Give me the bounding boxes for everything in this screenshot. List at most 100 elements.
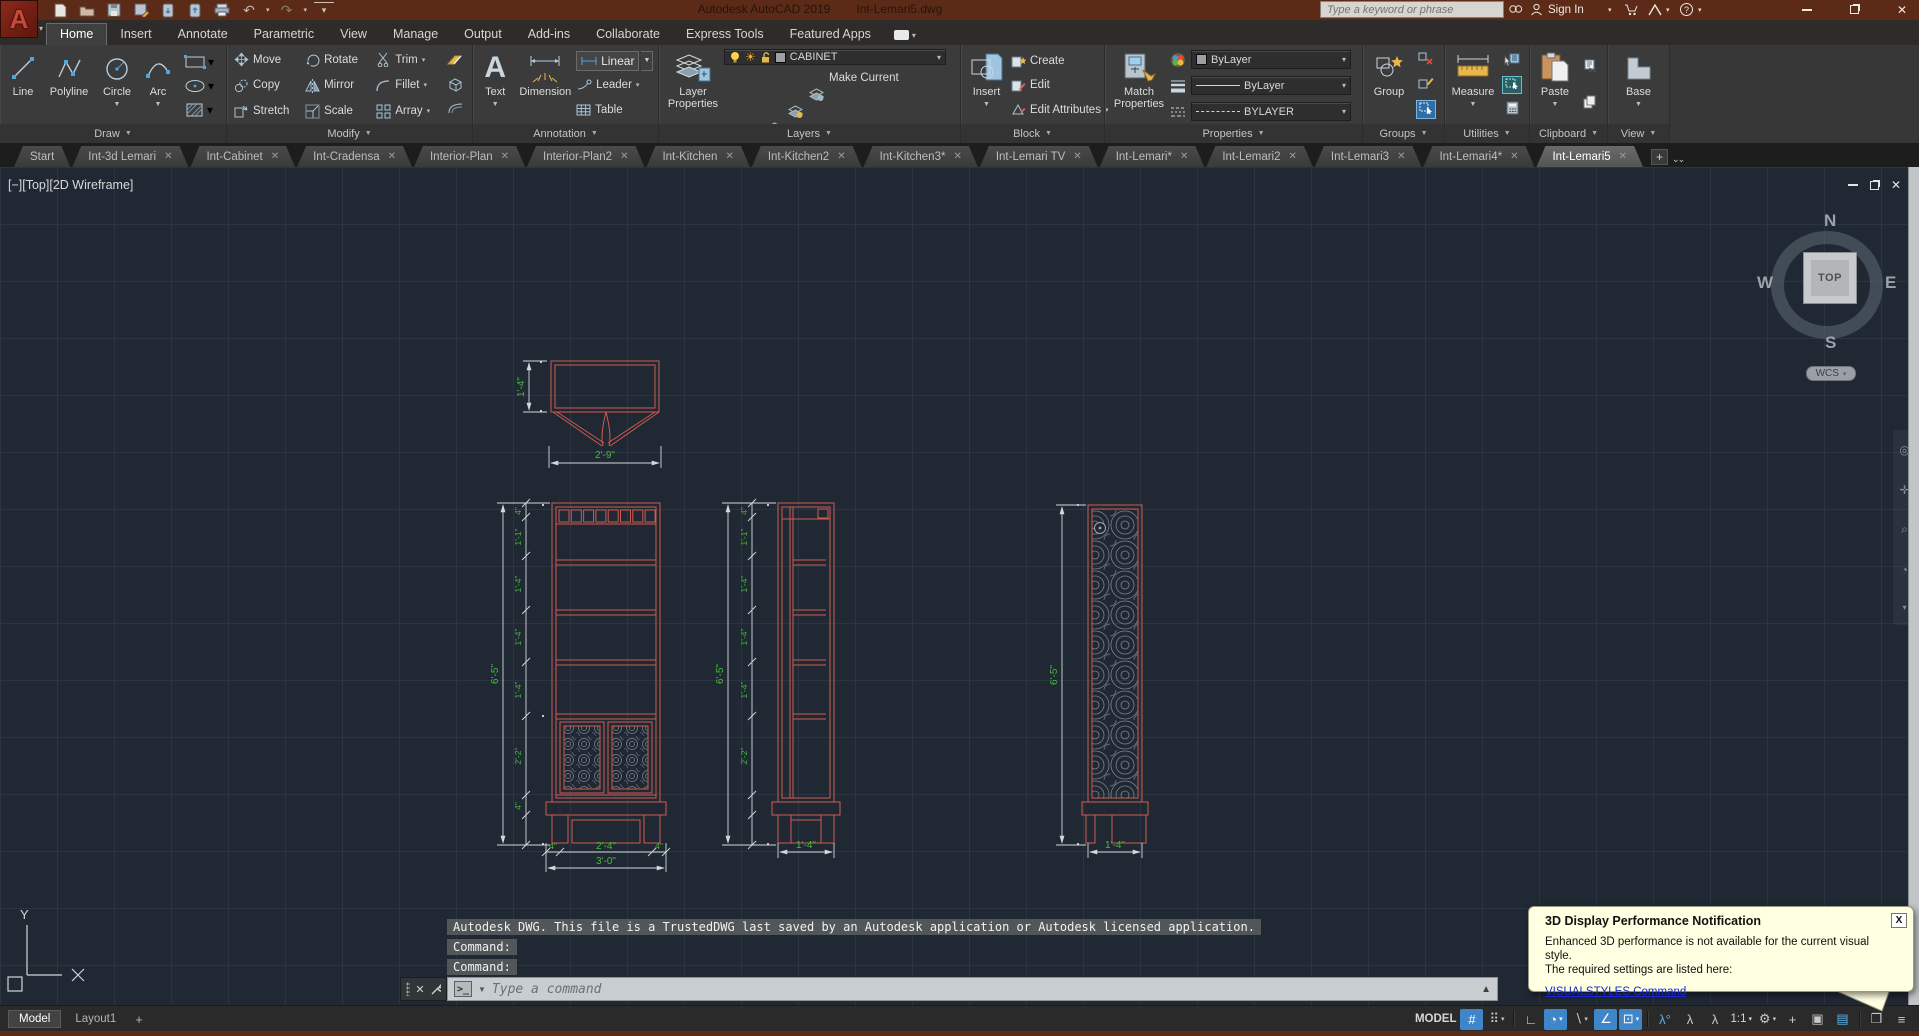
panel-label-draw[interactable]: Draw ▼	[0, 124, 226, 143]
select-similar-button[interactable]	[1502, 75, 1522, 94]
command-input[interactable]	[491, 981, 1476, 997]
file-tab-int-3d-lemari[interactable]: Int-3d Lemari ✕	[72, 146, 188, 167]
new-file-icon[interactable]	[50, 2, 70, 19]
search-input[interactable]	[1320, 1, 1504, 18]
sign-in-caret-icon[interactable]: ▾	[1608, 0, 1612, 19]
trim-caret-icon[interactable]: ▾	[422, 56, 426, 64]
new-drawing-button[interactable]: +	[1651, 149, 1669, 165]
move-button[interactable]: Move	[234, 49, 305, 70]
text-button[interactable]: A Text ▼	[476, 47, 515, 124]
close-button[interactable]: ✕	[1897, 4, 1907, 16]
ellipse-button[interactable]: ▾	[184, 79, 214, 93]
quick-calculator-button[interactable]	[1506, 101, 1519, 118]
file-tab-close-icon[interactable]: ✕	[1180, 151, 1188, 162]
leader-button[interactable]: Leader ▾	[576, 74, 655, 95]
ribbon-tab-insert[interactable]: Insert	[107, 24, 164, 45]
group-selection-toggle[interactable]	[1416, 99, 1436, 119]
object-color-select[interactable]: ByLayer ▾	[1191, 50, 1351, 69]
group-edit-button[interactable]	[1418, 76, 1434, 93]
ortho-icon[interactable]: ∟	[1519, 1009, 1542, 1030]
undo-icon[interactable]: ↶	[239, 2, 259, 19]
ribbon-display-toggle[interactable]: ▾	[893, 30, 916, 40]
user-icon[interactable]	[1530, 0, 1543, 19]
restore-button[interactable]	[1849, 5, 1859, 14]
ribbon-tab-output[interactable]: Output	[451, 24, 515, 45]
help-caret-icon[interactable]: ▾	[1698, 0, 1702, 19]
model-space-viewport[interactable]: [−][Top][2D Wireframe] ✕ 1'-4" 2'-9" 6'-…	[0, 167, 1919, 1005]
block-create-button[interactable]: Create	[1011, 51, 1065, 72]
file-tab-close-icon[interactable]: ✕	[1397, 151, 1405, 162]
file-tab-overflow-icon[interactable]: ⌄⌄	[1672, 154, 1685, 165]
ribbon-tab-view[interactable]: View	[327, 24, 380, 45]
copy-button[interactable]: Copy	[234, 75, 305, 96]
rotate-button[interactable]: Rotate	[305, 49, 376, 70]
layout1-tab[interactable]: Layout1	[65, 1011, 126, 1027]
search-icon[interactable]	[1508, 0, 1523, 19]
line-button[interactable]: Line	[3, 47, 43, 124]
ribbon-tab-home[interactable]: Home	[46, 23, 108, 45]
file-tab-int-lemari-tv[interactable]: Int-Lemari TV ✕	[980, 146, 1098, 167]
app-caret-icon[interactable]: ▾	[1666, 0, 1670, 19]
sign-in-button[interactable]: Sign In	[1548, 0, 1584, 19]
ribbon-tab-featured-apps[interactable]: Featured Apps	[777, 24, 884, 45]
group-button[interactable]: Group	[1366, 47, 1412, 124]
command-bar-grip[interactable]: ✕	[400, 977, 447, 1001]
isolate-objects-icon[interactable]: ▣	[1806, 1009, 1829, 1030]
viewcube[interactable]: N W E S TOP	[1757, 211, 1902, 355]
panel-label-properties[interactable]: Properties ▼	[1105, 124, 1362, 143]
crosshair-plus-icon[interactable]: +	[1781, 1009, 1804, 1030]
cut-icon[interactable]	[1583, 59, 1598, 76]
layer-tool-icon[interactable]	[787, 105, 807, 122]
ribbon-tab-collaborate[interactable]: Collaborate	[583, 24, 673, 45]
isodraft-icon[interactable]: ∖ ▾	[1569, 1009, 1592, 1030]
rectangle-button[interactable]: ▾	[183, 54, 214, 70]
command-customize-wrench-icon[interactable]	[430, 983, 441, 996]
ribbon-tab-manage[interactable]: Manage	[380, 24, 451, 45]
insert-button[interactable]: Insert ▼	[964, 47, 1009, 124]
file-tab-close-icon[interactable]: ✕	[1289, 151, 1297, 162]
annotation-scale-icon[interactable]: λ	[1703, 1009, 1726, 1030]
file-tab-int-kitchen2[interactable]: Int-Kitchen2 ✕	[752, 146, 862, 167]
leader-caret-icon[interactable]: ▾	[636, 81, 640, 89]
qat-customize-icon[interactable]: ▾	[314, 1, 335, 19]
circle-button[interactable]: Circle ▼	[95, 47, 139, 124]
trim-button[interactable]: Trim ▾	[376, 49, 441, 70]
file-tab-int-kitchen[interactable]: Int-Kitchen ✕	[646, 146, 749, 167]
annotation-autoscale-icon[interactable]: λ	[1678, 1009, 1701, 1030]
file-tab-close-icon[interactable]: ✕	[725, 151, 733, 162]
linetype-select[interactable]: BYLAYER ▾	[1191, 102, 1351, 121]
panel-label-layers[interactable]: Layers ▼	[659, 124, 960, 143]
grid-icon[interactable]: #	[1460, 1008, 1484, 1030]
ribbon-tab-parametric[interactable]: Parametric	[241, 24, 327, 45]
annotation-visibility-icon[interactable]: λ°	[1653, 1009, 1676, 1030]
stretch-button[interactable]: Stretch	[234, 101, 305, 122]
model-tab[interactable]: Model	[8, 1010, 62, 1028]
linear-dimension-button[interactable]: Linear ▼	[576, 50, 655, 71]
panel-label-block[interactable]: Block ▼	[961, 124, 1104, 143]
save-to-web-icon[interactable]	[185, 2, 205, 19]
file-tab-close-icon[interactable]: ✕	[837, 151, 845, 162]
vertical-scrollbar[interactable]	[1908, 167, 1919, 1005]
ellipse-caret-icon[interactable]: ▾	[208, 79, 214, 93]
nav-more-icon[interactable]: ▾	[1902, 603, 1906, 612]
autodesk-app-icon[interactable]	[1648, 0, 1662, 19]
new-layout-button[interactable]: +	[130, 1012, 148, 1027]
copy-clip-icon[interactable]	[1583, 95, 1597, 112]
viewcube-north[interactable]: N	[1824, 211, 1836, 231]
layer-properties-button[interactable]: Layer Properties	[662, 47, 724, 124]
fillet-button[interactable]: Fillet ▾	[376, 75, 441, 96]
polar-tracking-icon[interactable]: ◔ ▾	[1544, 1008, 1568, 1030]
file-tab-int-lemari4-[interactable]: Int-Lemari4* ✕	[1423, 146, 1534, 167]
viewcube-west[interactable]: W	[1757, 273, 1773, 293]
block-edit-button[interactable]: Edit	[1011, 75, 1050, 96]
array-caret-icon[interactable]: ▾	[427, 107, 431, 115]
wcs-menu[interactable]: WCS ▾	[1806, 366, 1856, 381]
lineweight-select[interactable]: ByLayer ▾	[1191, 76, 1351, 95]
object-snap-tracking-icon[interactable]: ∠	[1594, 1008, 1618, 1030]
file-tab-interior-plan2[interactable]: Interior-Plan2 ✕	[527, 146, 644, 167]
recent-commands-caret-icon[interactable]: ▼	[478, 985, 486, 994]
plot-icon[interactable]	[212, 2, 232, 19]
object-snap-icon[interactable]: ⊡ ▾	[1619, 1008, 1643, 1030]
hatch-caret-icon[interactable]: ▾	[207, 103, 213, 117]
array-button[interactable]: Array ▾	[376, 101, 441, 122]
